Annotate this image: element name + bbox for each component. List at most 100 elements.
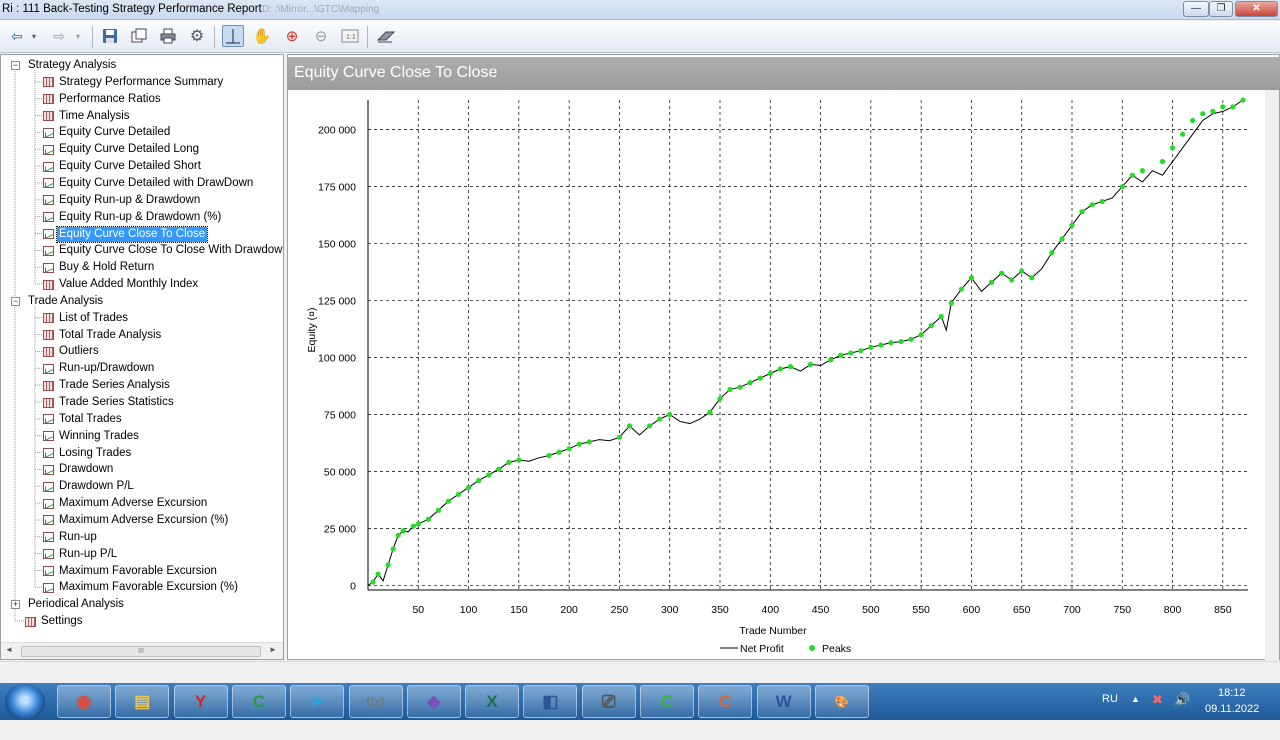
status-bar <box>0 661 1280 683</box>
tree-item-label: Total Trade Analysis <box>59 328 162 341</box>
yandex-icon[interactable]: Y <box>173 685 228 718</box>
tree-item-losing-trades[interactable]: Losing Trades <box>43 445 133 462</box>
scroll-right-icon[interactable]: ► <box>269 645 277 654</box>
document-icon[interactable]: ⎚ <box>581 685 636 718</box>
tree-item-equity-run-up-drawdown[interactable]: Equity Run-up & Drawdown (%) <box>43 209 223 226</box>
tree-item-equity-curve-close-to-close-with-drawdown[interactable]: Equity Curve Close To Close With Drawdow… <box>43 242 283 259</box>
tree-item-list-of-trades[interactable]: List of Trades <box>43 310 130 327</box>
forward-icon[interactable]: ⇨ <box>48 25 70 47</box>
chart-icon <box>43 127 54 138</box>
tree-item-buy-hold-return[interactable]: Buy & Hold Return <box>43 259 156 276</box>
tree-item-equity-run-up-drawdown[interactable]: Equity Run-up & Drawdown <box>43 192 202 209</box>
tree-item-run-up-drawdown[interactable]: Run-up/Drawdown <box>43 360 156 377</box>
tree-item-winning-trades[interactable]: Winning Trades <box>43 428 141 445</box>
back-dropdown-icon[interactable]: ▾ <box>28 25 40 47</box>
minimize-button[interactable]: — <box>1183 1 1209 17</box>
equity-chart[interactable]: 0 25 000 50 000 75 000 100 000 125 000 150 000… <box>288 90 1263 660</box>
tree-item-equity-curve-detailed[interactable]: Equity Curve Detailed <box>43 124 172 141</box>
tree-item-performance-ratios[interactable]: Performance Ratios <box>43 91 163 108</box>
camtasia-rec-icon[interactable]: C <box>698 685 753 718</box>
scroll-thumb[interactable]: III <box>21 646 261 657</box>
peak-point <box>1129 172 1135 178</box>
chrome-icon[interactable]: ◉ <box>57 685 111 718</box>
expand-icon[interactable]: + <box>11 600 20 610</box>
tree-item-label: Value Added Monthly Index <box>59 278 199 291</box>
settings-gear-icon[interactable]: ⚙ <box>186 25 208 47</box>
chart-icon <box>43 431 54 442</box>
zoom-in-icon[interactable]: ⊕ <box>281 25 303 47</box>
tree-item-maximum-adverse-excursion[interactable]: Maximum Adverse Excursion <box>43 495 209 512</box>
zoom-out-icon[interactable]: ⊖ <box>310 25 332 47</box>
tree-item-strategy-performance-summary[interactable]: Strategy Performance Summary <box>43 74 225 91</box>
scroll-left-icon[interactable]: ◄ <box>5 645 13 654</box>
peak-point <box>385 562 391 568</box>
crosshair-icon[interactable] <box>222 25 244 47</box>
tree-item-value-added-monthly-index[interactable]: Value Added Monthly Index <box>43 276 200 293</box>
visual-studio-icon[interactable]: ◆ <box>406 685 461 718</box>
tree-item-maximum-adverse-excursion[interactable]: Maximum Adverse Excursion (%) <box>43 512 230 529</box>
eraser-icon[interactable] <box>375 25 397 47</box>
tree-item-label: Maximum Adverse Excursion (%) <box>59 513 229 526</box>
tree-item-label: List of Trades <box>59 311 129 324</box>
zoom-reset-icon[interactable]: 1:1 <box>339 25 361 47</box>
tree-group-strategy-analysis[interactable]: − Strategy Analysis <box>11 57 118 74</box>
tree-group-periodical-analysis[interactable]: + Periodical Analysis <box>11 596 126 613</box>
chart-icon <box>43 582 54 593</box>
tree-item-run-up[interactable]: Run-up <box>43 529 99 546</box>
tree-item-label: Run-up P/L <box>59 547 118 560</box>
tree-item-maximum-favorable-excursion[interactable]: Maximum Favorable Excursion (%) <box>43 579 240 596</box>
back-icon[interactable]: ⇦ <box>6 25 28 47</box>
network-tray-icon[interactable]: ✖ <box>1152 692 1163 729</box>
tree-item-label: Maximum Favorable Excursion (%) <box>59 581 238 594</box>
panel-title: Equity Curve Close To Close <box>294 64 498 81</box>
tree-item-run-up-p-l[interactable]: Run-up P/L <box>43 546 119 563</box>
volume-icon[interactable]: 🔊 <box>1174 692 1190 729</box>
tree-item-settings[interactable]: Settings <box>25 613 85 630</box>
tree-item-trade-series-analysis[interactable]: Trade Series Analysis <box>43 377 172 394</box>
start-button[interactable] <box>5 684 45 720</box>
tree-item-equity-curve-detailed-with-drawdown[interactable]: Equity Curve Detailed with DrawDown <box>43 175 255 192</box>
panel-vertical-scrollbar[interactable] <box>1265 90 1279 660</box>
telegram-icon[interactable]: ➤ <box>290 685 345 718</box>
peak-point <box>1190 117 1196 124</box>
clock-date[interactable]: 09.11.2022 <box>1205 703 1259 740</box>
tree-item-trade-series-statistics[interactable]: Trade Series Statistics <box>43 394 176 411</box>
tree-horizontal-scrollbar[interactable]: ◄ III ► <box>1 642 283 659</box>
maximize-button[interactable]: ❐ <box>1209 1 1233 17</box>
language-indicator[interactable]: RU <box>1102 693 1118 730</box>
tree-item-label: Equity Run-up & Drawdown <box>59 193 201 206</box>
tree-item-drawdown[interactable]: Drawdown <box>43 461 115 478</box>
camtasia-icon[interactable]: C <box>640 685 694 718</box>
network-icon[interactable]: ◧ <box>523 685 578 718</box>
close-button[interactable]: ✕ <box>1235 1 1278 17</box>
save-icon[interactable] <box>99 25 121 47</box>
pan-hand-icon[interactable]: ✋ <box>251 25 273 47</box>
print-icon[interactable] <box>157 25 179 47</box>
ccleaner-icon[interactable]: C <box>231 685 286 718</box>
explorer-icon[interactable]: ▤ <box>115 685 170 718</box>
tree-item-drawdown-p-l[interactable]: Drawdown P/L <box>43 478 136 495</box>
tree-item-outliers[interactable]: Outliers <box>43 343 101 360</box>
tree-item-total-trades[interactable]: Total Trades <box>43 411 124 428</box>
paint-icon[interactable]: 🎨 <box>814 685 869 718</box>
collapse-icon[interactable]: − <box>11 296 20 306</box>
y-tick-label: 50 000 <box>324 466 356 478</box>
excel-icon[interactable]: X <box>465 685 520 718</box>
tree-item-equity-curve-close-to-close[interactable]: Equity Curve Close To Close <box>43 225 209 243</box>
forward-dropdown-icon[interactable]: ▾ <box>72 25 84 47</box>
tree-item-equity-curve-detailed-long[interactable]: Equity Curve Detailed Long <box>43 141 201 158</box>
tree-item-total-trade-analysis[interactable]: Total Trade Analysis <box>43 327 163 344</box>
toolbar-separator <box>367 26 368 48</box>
x-tick-label: 350 <box>711 604 729 616</box>
tree-group-trade-analysis[interactable]: − Trade Analysis <box>11 293 105 310</box>
tree-item-time-analysis[interactable]: Time Analysis <box>43 108 132 125</box>
word-icon[interactable]: W <box>756 685 811 718</box>
collapse-icon[interactable]: − <box>11 61 20 70</box>
copy-icon[interactable] <box>128 25 150 47</box>
title-bar: Ri : 111 Back-Testing Strategy Performan… <box>0 0 1280 20</box>
tree-item-equity-curve-detailed-short[interactable]: Equity Curve Detailed Short <box>43 158 203 175</box>
formula-icon[interactable]: f(x) <box>348 685 403 718</box>
show-hidden-icons[interactable]: ▲ <box>1131 694 1140 731</box>
tree-item-maximum-favorable-excursion[interactable]: Maximum Favorable Excursion <box>43 563 219 580</box>
peak-point <box>727 386 733 393</box>
